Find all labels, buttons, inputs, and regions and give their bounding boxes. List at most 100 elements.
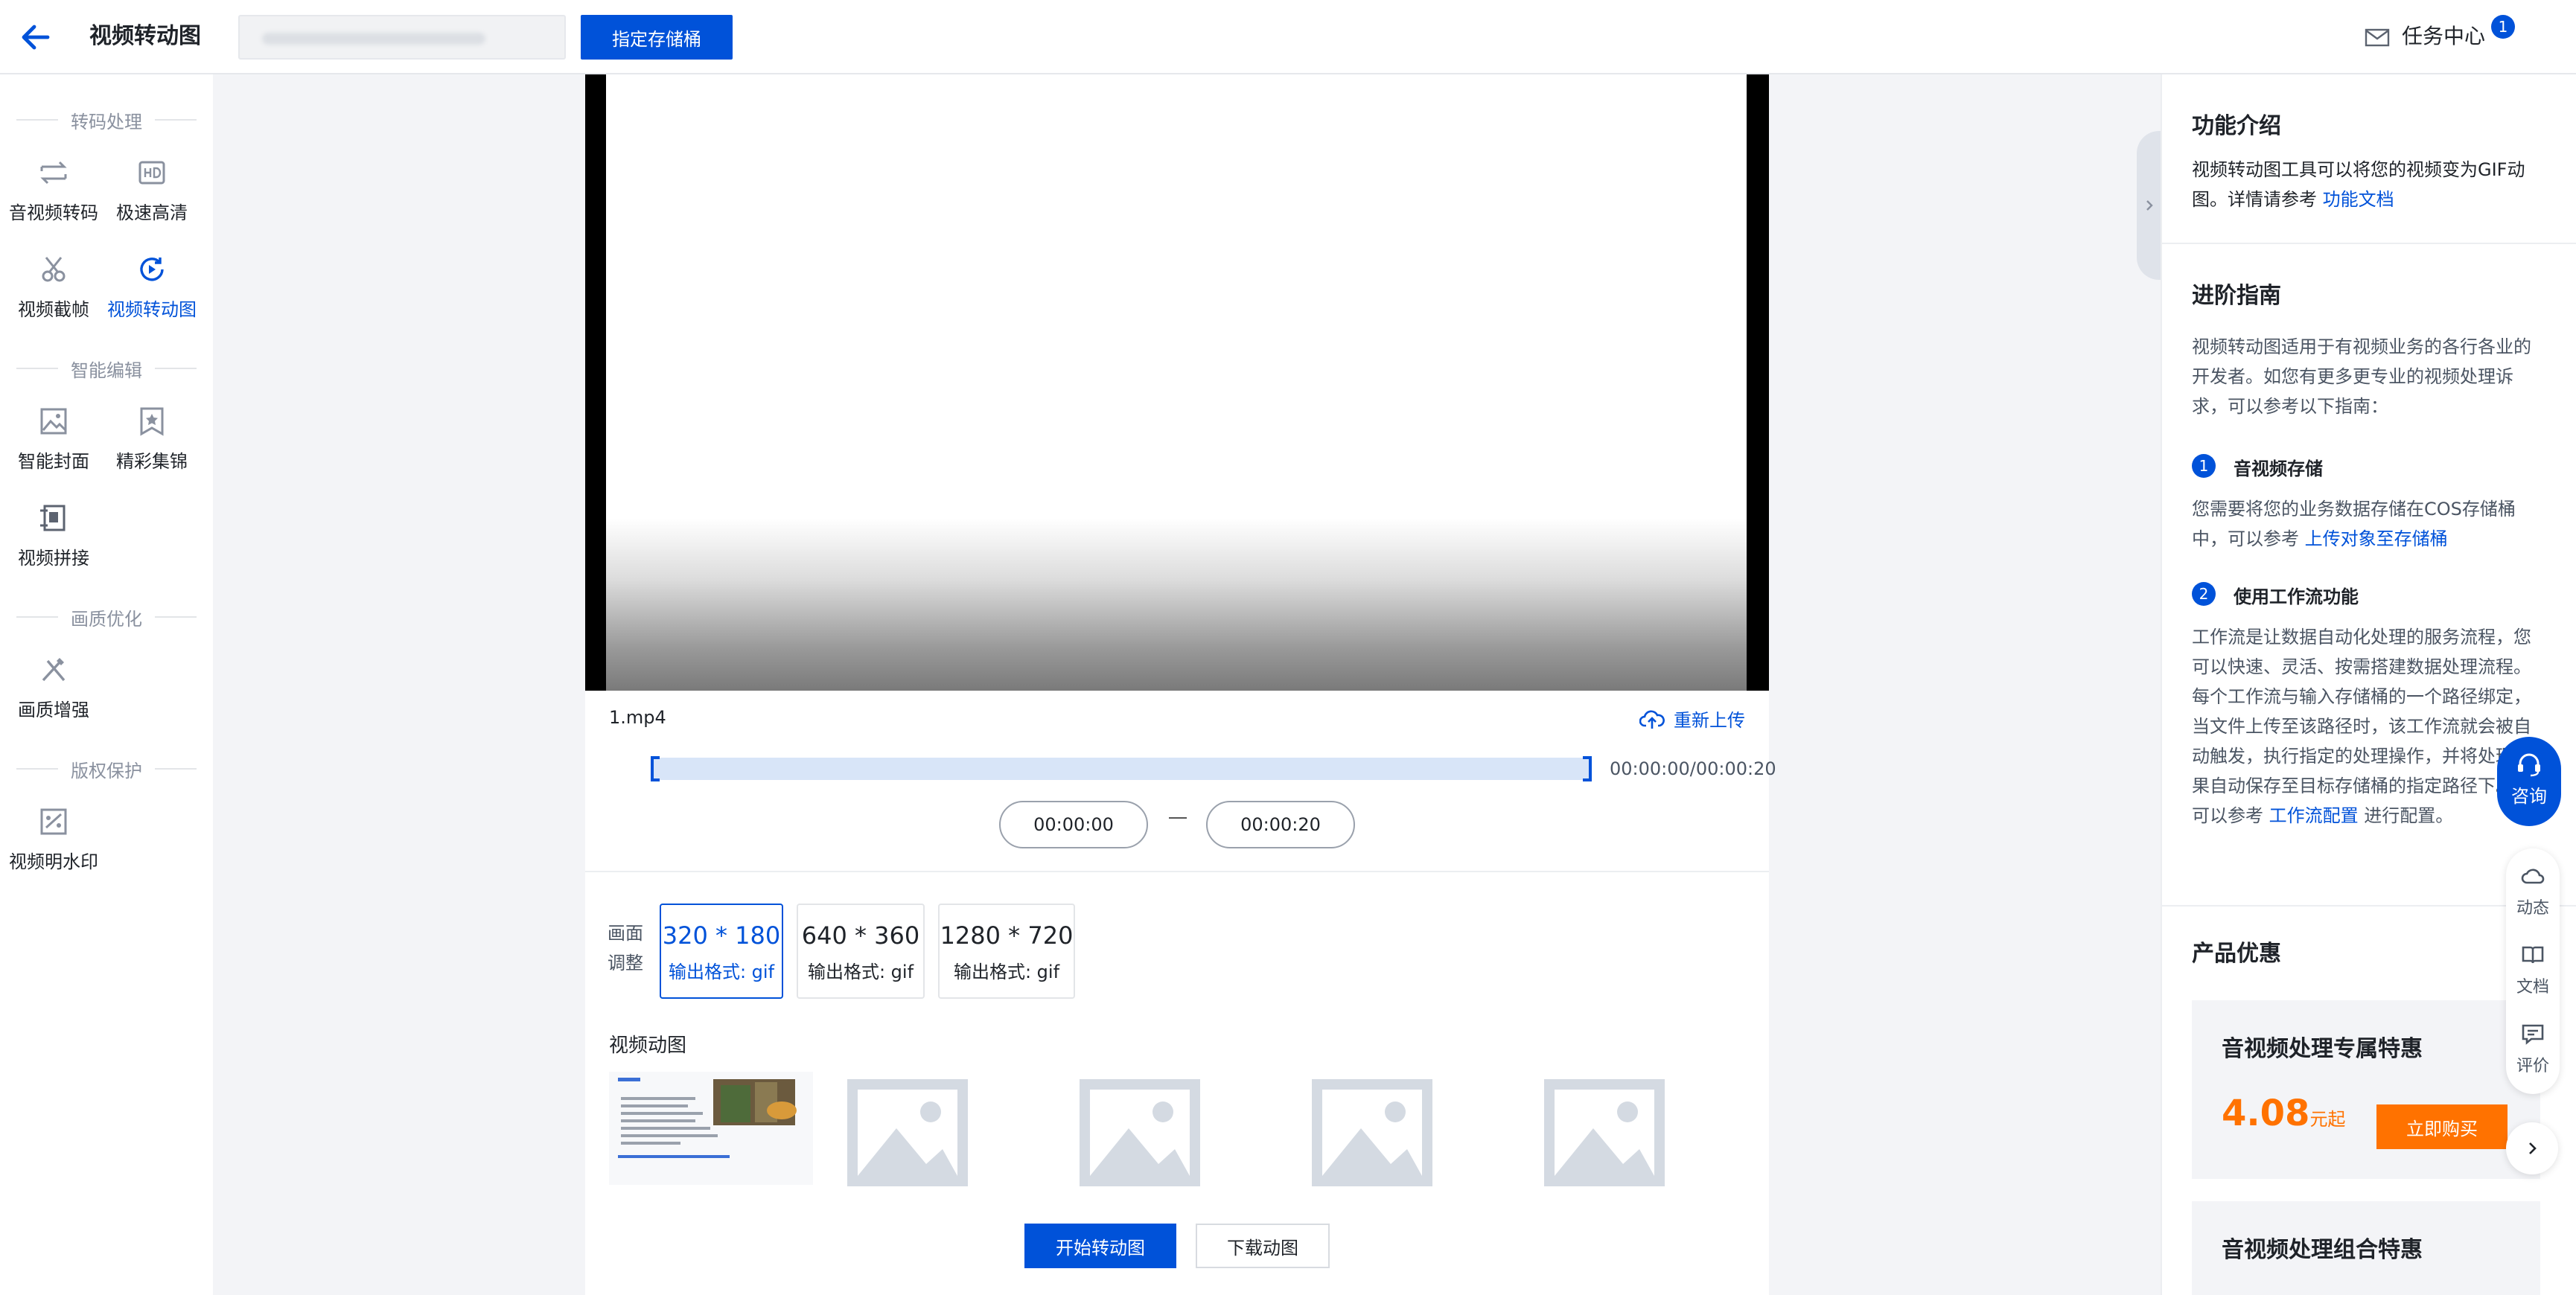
range-separator — [1169, 817, 1187, 819]
step-title: 音视频存储 — [2234, 458, 2323, 479]
gif-placeholder-image — [1080, 1079, 1200, 1186]
step-text: 您需要将您的业务数据存储在COS存储桶中，可以参考 上传对象至存储桶 — [2192, 494, 2534, 554]
gif-placeholder-image — [1312, 1079, 1432, 1186]
resolution-format: 输出格式: gif — [953, 962, 1060, 982]
end-time-input[interactable]: 00:00:20 — [1206, 801, 1355, 848]
file-name: 1.mp4 — [609, 707, 666, 728]
intro-title: 功能介绍 — [2192, 113, 2281, 139]
gif-thumbnail[interactable] — [609, 1072, 813, 1185]
consult-label: 咨询 — [2511, 786, 2547, 807]
splice-icon — [40, 505, 66, 531]
start-time-input[interactable]: 00:00:00 — [999, 801, 1148, 848]
news-button[interactable]: 动态 — [2506, 865, 2560, 918]
back-arrow-icon[interactable] — [18, 19, 54, 55]
hd-icon — [138, 161, 165, 185]
headset-icon — [2518, 753, 2540, 777]
floating-toolbar: 动态 文档 评价 — [2506, 848, 2560, 1094]
video-gif-icon — [140, 258, 164, 281]
image-placeholder-icon — [1080, 1079, 1200, 1186]
resolution-label-line2: 调整 — [608, 953, 643, 973]
resolution-size: 320 * 180 — [662, 921, 781, 950]
video-frame — [606, 74, 1747, 691]
promo-title: 音视频处理组合特惠 — [2222, 1237, 2423, 1263]
news-label: 动态 — [2516, 899, 2549, 918]
sidebar-item-label: 视频明水印 — [9, 851, 98, 872]
gif-placeholder-image — [1544, 1079, 1665, 1186]
editor-panel: 1.mp4 重新上传 00:00:00/00:00:20 00:00:00 00… — [585, 74, 1776, 1295]
sidebar-item-label: 视频转动图 — [107, 299, 197, 320]
promo-section-title: 产品优惠 — [2192, 941, 2281, 967]
expand-toolbar-button[interactable] — [2506, 1122, 2558, 1174]
image-placeholder-icon — [1544, 1079, 1665, 1186]
step-title: 使用工作流功能 — [2234, 586, 2359, 607]
resolution-option-320[interactable]: 320 * 180 输出格式: gif — [660, 904, 783, 999]
task-count-badge: 1 — [2491, 15, 2515, 39]
resolution-size: 1280 * 720 — [940, 921, 1074, 950]
section-title-quality: 画质优化 — [0, 604, 213, 630]
sidebar-item-frame-capture[interactable]: 视频截帧 — [4, 255, 103, 336]
top-header: 视频转动图 指定存储桶 任务中心 1 — [0, 0, 2576, 74]
sidebar-item-label: 画质增强 — [18, 700, 89, 720]
download-gif-button[interactable]: 下载动图 — [1196, 1224, 1330, 1268]
divider — [2162, 243, 2576, 244]
docs-label: 文档 — [2516, 978, 2549, 997]
chevron-right-icon — [2146, 200, 2153, 211]
sidebar-item-video-splice[interactable]: 视频拼接 — [4, 503, 103, 585]
chevron-right-icon — [2529, 1142, 2537, 1154]
section-title-transcode: 转码处理 — [0, 107, 213, 133]
intro-text: 视频转动图工具可以将您的视频变为GIF动图。详情请参考 功能文档 — [2192, 155, 2534, 214]
bucket-path-blurred-value — [262, 33, 485, 45]
resolution-option-1280[interactable]: 1280 * 720 输出格式: gif — [938, 904, 1075, 999]
price-unit: 元起 — [2309, 1109, 2346, 1130]
buy-now-button[interactable]: 立即购买 — [2376, 1104, 2508, 1149]
docs-button[interactable]: 文档 — [2506, 944, 2560, 997]
sidebar-item-smart-cover[interactable]: 智能封面 — [4, 406, 103, 488]
page-title: 视频转动图 — [89, 23, 201, 49]
start-convert-button[interactable]: 开始转动图 — [1024, 1224, 1176, 1268]
divider — [585, 871, 1769, 872]
feedback-button[interactable]: 评价 — [2506, 1023, 2560, 1076]
sidebar-item-fast-hd[interactable]: 极速高清 — [103, 158, 201, 240]
time-range-slider[interactable] — [651, 756, 1592, 781]
gif-preview-label: 视频动图 — [609, 1035, 687, 1057]
select-bucket-button[interactable]: 指定存储桶 — [581, 15, 733, 60]
resolution-size: 640 * 360 — [801, 921, 920, 950]
step-text-tail: 进行配置。 — [2358, 805, 2454, 826]
sidebar-item-video-to-gif[interactable]: 视频转动图 — [103, 255, 201, 336]
sidebar-item-quality-enhance[interactable]: 画质增强 — [4, 655, 103, 737]
guide-title: 进阶指南 — [2192, 283, 2281, 309]
image-placeholder-icon — [1312, 1079, 1432, 1186]
workflow-config-link[interactable]: 工作流配置 — [2269, 805, 2359, 826]
mail-icon[interactable] — [2365, 27, 2390, 48]
bucket-path-input[interactable] — [238, 15, 566, 60]
comment-icon — [2522, 1024, 2544, 1045]
sidebar-item-highlights[interactable]: 精彩集锦 — [103, 406, 201, 488]
reupload-label: 重新上传 — [1674, 710, 1745, 731]
step-text-body: 工作流是让数据自动化处理的服务流程，您可以快速、灵活、按需搭建数据处理流程。每个… — [2192, 627, 2531, 826]
transcode-icon — [40, 161, 67, 185]
sidebar-item-watermark[interactable]: 视频明水印 — [4, 807, 103, 889]
resolution-label-line1: 画面 — [608, 923, 643, 944]
scissors-icon — [42, 257, 66, 282]
image-icon — [40, 408, 67, 435]
feature-doc-link[interactable]: 功能文档 — [2323, 189, 2394, 210]
resolution-option-640[interactable]: 640 * 360 输出格式: gif — [797, 904, 925, 999]
range-end-handle[interactable] — [1583, 756, 1592, 781]
reupload-link[interactable]: 重新上传 — [1639, 706, 1745, 732]
range-start-handle[interactable] — [651, 756, 660, 781]
task-center-link[interactable]: 任务中心 — [2402, 19, 2485, 54]
cloud-bell-icon — [2521, 869, 2545, 884]
sidebar-item-label: 极速高清 — [116, 202, 188, 223]
upload-object-link[interactable]: 上传对象至存储桶 — [2305, 528, 2448, 549]
promo-card[interactable]: 音视频处理组合特惠 — [2192, 1201, 2540, 1295]
sidebar-item-av-transcode[interactable]: 音视频转码 — [4, 158, 103, 240]
consult-button[interactable]: 咨询 — [2497, 737, 2561, 826]
promo-card[interactable]: 音视频处理专属特惠 4.08元起 立即购买 — [2192, 1000, 2540, 1179]
step-text: 工作流是让数据自动化处理的服务流程，您可以快速、灵活、按需搭建数据处理流程。每个… — [2192, 622, 2534, 831]
right-info-panel: 功能介绍 视频转动图工具可以将您的视频变为GIF动图。详情请参考 功能文档 进阶… — [2161, 74, 2576, 1295]
time-range-readout: 00:00:00/00:00:20 — [1610, 758, 1776, 779]
left-sidebar: 转码处理 音视频转码 极速高清 视频截帧 视频转动图 智能编辑 智能封面 精彩集… — [0, 74, 213, 1295]
video-player[interactable] — [585, 74, 1769, 691]
sidebar-item-label: 精彩集锦 — [116, 451, 188, 472]
collapse-panel-tab[interactable] — [2137, 131, 2162, 280]
